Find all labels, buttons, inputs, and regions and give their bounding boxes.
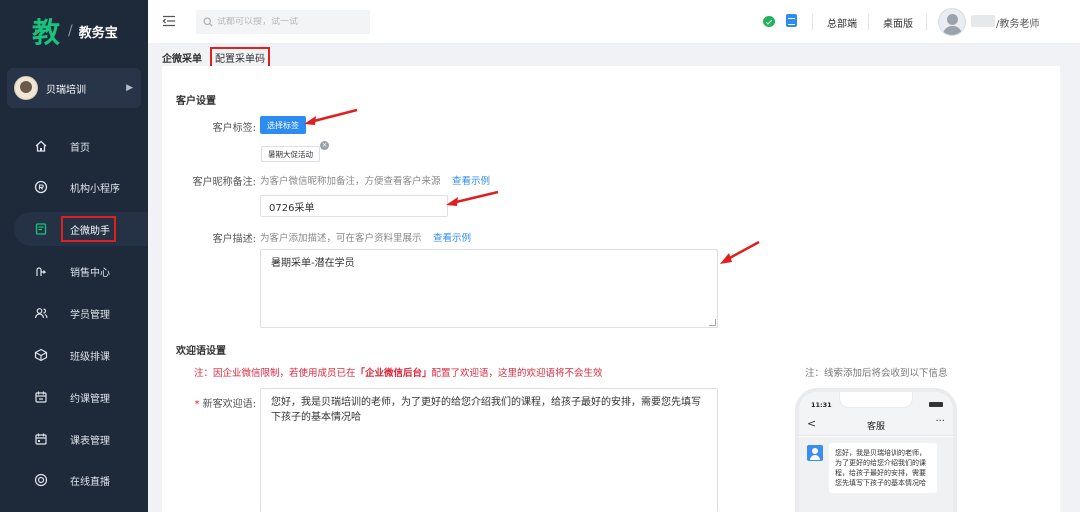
headquarters-link[interactable]: 总部端 — [827, 15, 857, 30]
students-icon — [34, 306, 48, 320]
collapse-menu-icon[interactable] — [162, 14, 176, 28]
search-icon — [203, 17, 213, 27]
live-icon — [34, 473, 48, 487]
sidebar-item-label: 约课管理 — [70, 393, 110, 405]
home-icon — [34, 139, 48, 153]
sidebar-item-label: 课表管理 — [70, 435, 110, 447]
sidebar-item-label: 班级排课 — [70, 351, 110, 363]
customer-settings-title: 客户设置 — [176, 96, 216, 107]
calendar-icon — [34, 432, 48, 446]
sidebar-item-students[interactable]: 学员管理 — [0, 298, 148, 328]
wecom-assistant-icon — [34, 222, 48, 236]
sidebar-item-sales[interactable]: 销售中心 — [0, 256, 148, 286]
welcome-settings-title: 欢迎语设置 — [176, 346, 226, 357]
remove-tag-icon[interactable]: × — [320, 141, 329, 150]
description-hint: 为客户添加描述，可在客户资料里展示 — [260, 233, 422, 244]
divider — [812, 14, 813, 30]
more-icon: ··· — [935, 416, 945, 427]
description-label: 客户描述: — [212, 234, 256, 245]
breadcrumb-current: 配置采单码 — [210, 47, 270, 68]
new-welcome-textarea[interactable]: 您好，我是贝瑞培训的老师，为了更好的给您介绍我们的课程，给孩子最好的安排，需要您… — [260, 388, 718, 512]
required-mark: * — [194, 399, 203, 410]
sidebar-item-booking[interactable]: 约课管理 — [0, 382, 148, 412]
preview-note: 注：线索添加后将会收到以下信息 — [805, 368, 948, 379]
booking-icon — [34, 390, 48, 404]
battery-icon — [929, 402, 943, 407]
app-logo[interactable]: 教 / 教务宝 — [0, 0, 148, 62]
warning-suffix: 配置了欢迎语，这里的欢迎语将不会生效 — [431, 368, 603, 379]
desktop-link[interactable]: 桌面版 — [883, 15, 913, 30]
user-name-redacted — [971, 15, 995, 27]
new-welcome-label: * 新客欢迎语: — [182, 395, 256, 410]
warning-highlight: 「企业微信后台」 — [355, 368, 432, 379]
phone-nav-bar: < 客服 ··· — [799, 414, 953, 436]
sidebar-item-mini-program[interactable]: 机构小程序 — [0, 172, 148, 202]
search-box[interactable] — [196, 10, 370, 34]
customer-tag-label: 客户标签: — [212, 123, 256, 134]
breadcrumb: 企微采单 配置采单码 — [162, 47, 270, 68]
wechat-icon[interactable] — [763, 16, 775, 27]
divider — [868, 14, 869, 30]
sidebar-item-live[interactable]: 在线直播 — [0, 465, 148, 495]
sidebar: 教 / 教务宝 贝瑞培训 ▶ 首页 机构小程序 企微助手 销售中心 学员管理 班… — [0, 0, 148, 512]
sidebar-item-label: 销售中心 — [70, 267, 110, 279]
org-name: 贝瑞培训 — [46, 84, 86, 96]
nickname-value: 0726采单 — [269, 202, 315, 214]
divider — [926, 14, 927, 30]
annotation-box-nav — [61, 216, 116, 242]
sidebar-item-label: 在线直播 — [70, 476, 110, 488]
nickname-hint: 为客户微信昵称加备注，方便查看客户来源 — [260, 176, 441, 187]
phone-chat-title: 客服 — [866, 422, 885, 432]
phone-notch — [839, 392, 913, 408]
sales-icon — [34, 264, 48, 278]
search-input[interactable] — [217, 17, 367, 27]
tag-text: 暑期大促活动 — [268, 149, 313, 159]
select-tag-button[interactable]: 选择标签 — [260, 116, 306, 134]
new-welcome-value: 您好，我是贝瑞培训的老师，为了更好的给您介绍我们的课程，给孩子最好的安排，需要您… — [271, 397, 701, 423]
logo-mark: 教 — [32, 16, 61, 49]
chat-avatar — [807, 445, 823, 461]
breadcrumb-parent[interactable]: 企微采单 — [162, 50, 202, 65]
sidebar-item-timetable[interactable]: 课表管理 — [0, 424, 148, 454]
welcome-warning: 注：因企业微信限制，若使用成员已在「企业微信后台」配置了欢迎语，这里的欢迎语将不… — [194, 365, 603, 379]
user-role[interactable]: /教务老师 — [996, 15, 1039, 30]
warning-prefix: 注：因企业微信限制，若使用成员已在 — [194, 368, 356, 379]
sidebar-item-label: 首页 — [70, 142, 90, 154]
mini-program-icon — [34, 180, 48, 194]
description-example-link[interactable]: 查看示例 — [433, 230, 471, 244]
logo-name: 教务宝 — [78, 25, 118, 41]
top-bar: 总部端 桌面版 /教务老师 — [148, 0, 1080, 44]
user-avatar[interactable] — [938, 8, 966, 36]
phone-chat-body: 您好，我是贝瑞培训的老师，为了更好的给您介绍我们的课程，给孩子最好的安排，需要您… — [799, 437, 953, 512]
sidebar-item-label: 机构小程序 — [70, 183, 120, 195]
org-switcher[interactable]: 贝瑞培训 ▶ — [7, 68, 141, 108]
phone-preview: 11:31 < 客服 ··· 您好，我是贝瑞培训的老师，为了更好的给您介绍我们的… — [795, 388, 957, 512]
phone-time: 11:31 — [811, 401, 832, 409]
chat-bubble: 您好，我是贝瑞培训的老师，为了更好的给您介绍我们的课程，给孩子最好的安排，需要您… — [829, 443, 937, 493]
new-welcome-label-text: 新客欢迎语: — [202, 399, 256, 410]
sidebar-item-home[interactable]: 首页 — [0, 131, 148, 161]
nickname-label: 客户昵称备注: — [192, 177, 256, 188]
org-avatar — [14, 76, 38, 100]
phone-status-bar: 11:31 — [799, 392, 953, 414]
nickname-input[interactable]: 0726采单 — [260, 195, 448, 217]
sidebar-item-class-schedule[interactable]: 班级排课 — [0, 340, 148, 370]
description-value: 暑期采单-潜在学员 — [271, 258, 355, 269]
nickname-example-link[interactable]: 查看示例 — [452, 173, 490, 187]
sidebar-item-label: 学员管理 — [70, 309, 110, 321]
resize-handle[interactable] — [709, 319, 716, 326]
customer-tag-chip: 暑期大促活动 — [261, 146, 320, 162]
description-textarea[interactable]: 暑期采单-潜在学员 — [260, 249, 718, 328]
document-icon[interactable] — [786, 14, 797, 27]
chevron-right-icon: ▶ — [126, 83, 133, 93]
class-schedule-icon — [34, 348, 48, 362]
logo-slash: / — [68, 23, 73, 39]
